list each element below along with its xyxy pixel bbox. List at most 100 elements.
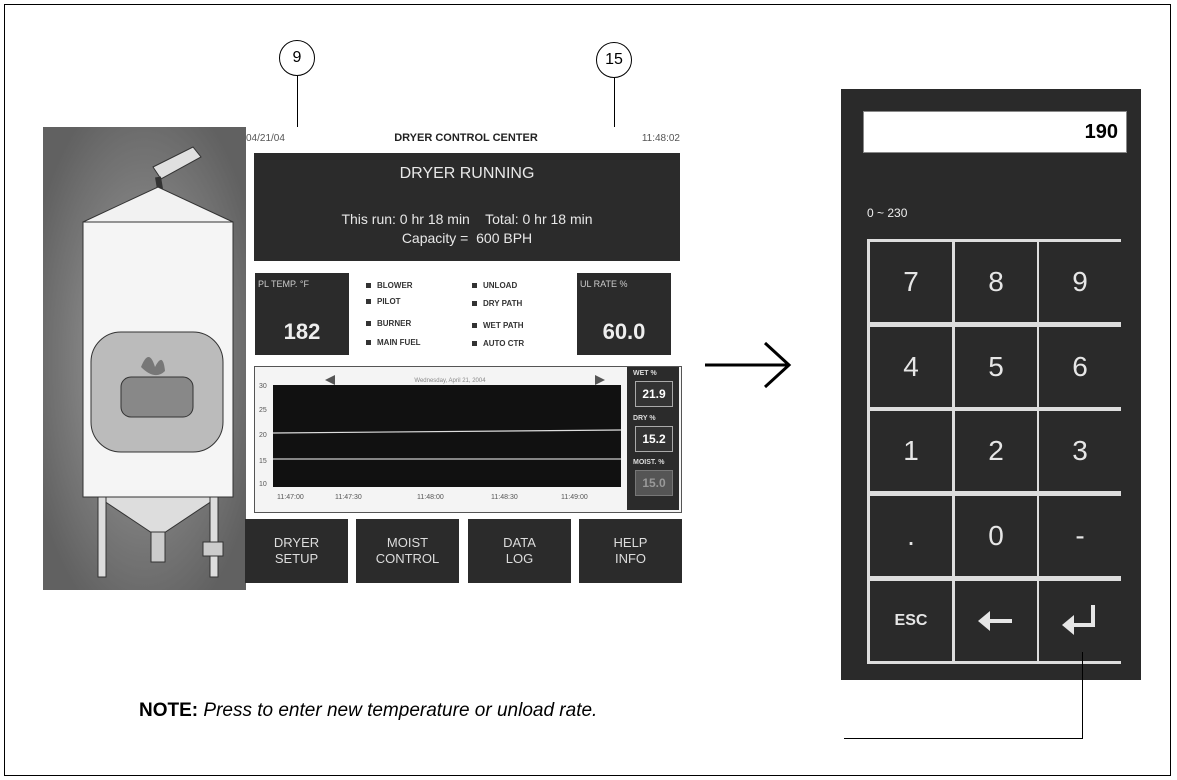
x-tick-label: 11:47:30 <box>335 494 362 501</box>
indicator-label: AUTO CTR <box>483 339 525 348</box>
indicator-burner: BURNER <box>366 319 411 328</box>
enter-return-icon <box>1062 605 1095 635</box>
wet-value: 21.9 <box>635 381 673 407</box>
key-5[interactable]: 5 <box>955 327 1037 407</box>
key-8[interactable]: 8 <box>955 242 1037 322</box>
screen-date: 04/21/04 <box>246 133 285 144</box>
help-info-button[interactable]: HELP INFO <box>579 519 682 583</box>
moisture-sidebar: WET % 21.9 DRY % 15.2 MOIST. % 15.0 <box>627 367 679 510</box>
note-leader-horizontal <box>844 738 1083 739</box>
plenum-temp-box[interactable]: PL TEMP. °F 182 <box>255 273 349 355</box>
key-2[interactable]: 2 <box>955 411 1037 491</box>
status-text: DRYER RUNNING <box>399 165 535 182</box>
indicator-pilot: PILOT <box>366 297 401 306</box>
indicator-dry-path: DRY PATH <box>472 299 522 308</box>
note-caption: NOTE: Press to enter new temperature or … <box>139 700 597 722</box>
x-tick-label: 11:48:30 <box>491 494 518 501</box>
numeric-keypad: 190 0 ~ 230 7 8 9 4 5 6 1 2 3 . 0 - ESC <box>841 89 1141 680</box>
dry-label: DRY % <box>633 415 656 422</box>
moisture-setpoint-value[interactable]: 15.0 <box>635 470 673 496</box>
key-3[interactable]: 3 <box>1039 411 1121 491</box>
button-line-2: CONTROL <box>375 551 440 566</box>
callout-15: 15 <box>596 42 632 78</box>
key-minus[interactable]: - <box>1039 496 1121 576</box>
plenum-temp-label: PL TEMP. °F <box>258 279 309 289</box>
dry-value: 15.2 <box>635 426 673 452</box>
wet-label: WET % <box>633 370 657 377</box>
unload-rate-label: UL RATE % <box>580 279 628 289</box>
note-leader-vertical <box>1082 652 1083 739</box>
indicator-light <box>366 299 371 304</box>
scroll-right-arrow[interactable] <box>595 375 605 385</box>
button-line-2: INFO <box>614 551 647 566</box>
indicator-light <box>472 323 477 328</box>
trend-chart-svg: Wednesday, April 21, 2004 30 25 20 15 10… <box>259 375 622 501</box>
transition-arrow-icon <box>705 341 792 389</box>
keypad-display: 190 <box>863 111 1127 153</box>
moisture-trend-chart: Wednesday, April 21, 2004 30 25 20 15 10… <box>254 366 682 513</box>
moisture-setpoint-label: MOIST. % <box>633 459 665 466</box>
y-tick-label: 15 <box>259 458 267 465</box>
indicator-light <box>472 301 477 306</box>
indicator-wet-path: WET PATH <box>472 321 524 330</box>
unload-rate-value: 60.0 <box>602 319 646 344</box>
key-6[interactable]: 6 <box>1039 327 1121 407</box>
key-1[interactable]: 1 <box>870 411 952 491</box>
indicator-label: UNLOAD <box>483 281 518 290</box>
run-time-text: This run: 0 hr 18 min Total: 0 hr 18 min <box>341 211 593 227</box>
dryer-silo-illustration <box>43 127 246 590</box>
plot-area <box>273 385 621 487</box>
unload-rate-box[interactable]: UL RATE % 60.0 <box>577 273 671 355</box>
screen-time: 11:48:02 <box>641 133 680 144</box>
button-line-1: DRYER <box>273 535 320 550</box>
key-esc[interactable]: ESC <box>870 581 952 661</box>
button-line-2: SETUP <box>274 551 319 566</box>
note-label: NOTE: <box>139 700 199 721</box>
y-tick-label: 10 <box>259 481 267 488</box>
data-log-button[interactable]: DATA LOG <box>468 519 571 583</box>
indicator-label: BURNER <box>377 319 412 328</box>
indicator-light <box>472 283 477 288</box>
chart-date-label: Wednesday, April 21, 2004 <box>414 378 486 384</box>
button-line-1: HELP <box>613 535 648 550</box>
x-tick-label: 11:49:00 <box>561 494 588 501</box>
button-line-1: DATA <box>503 535 536 550</box>
status-panel: DRYER RUNNING This run: 0 hr 18 min Tota… <box>254 153 680 261</box>
y-tick-label: 30 <box>259 383 267 390</box>
dryer-control-screen: DRYER CONTROL CENTER 04/21/04 11:48:02 D… <box>245 127 686 592</box>
screen-title: DRYER CONTROL CENTER <box>394 132 538 144</box>
x-tick-label: 11:48:00 <box>417 494 444 501</box>
indicator-main-fuel: MAIN FUEL <box>366 338 421 347</box>
backspace-arrow-icon <box>978 611 1012 631</box>
indicator-light <box>366 321 371 326</box>
backspace-key[interactable] <box>955 581 1037 661</box>
indicator-unload: UNLOAD <box>472 281 517 290</box>
key-9[interactable]: 9 <box>1039 242 1121 322</box>
plenum-temp-value: 182 <box>283 319 321 344</box>
y-tick-label: 20 <box>259 432 267 439</box>
moist-control-button[interactable]: MOIST CONTROL <box>356 519 459 583</box>
indicator-light <box>472 341 477 346</box>
callout-15-number: 15 <box>605 51 623 68</box>
key-7[interactable]: 7 <box>870 242 952 322</box>
keypad-range: 0 ~ 230 <box>867 206 908 220</box>
y-tick-label: 25 <box>259 407 267 414</box>
scroll-left-arrow[interactable] <box>325 375 335 385</box>
indicator-auto-ctr: AUTO CTR <box>472 339 524 348</box>
indicator-light <box>366 283 371 288</box>
note-text: Press to enter new temperature or unload… <box>203 700 598 721</box>
callout-9-number: 9 <box>292 49 302 66</box>
key-decimal[interactable]: . <box>870 496 952 576</box>
dryer-setup-button[interactable]: DRYER SETUP <box>245 519 348 583</box>
indicator-label: PILOT <box>377 297 401 306</box>
key-0[interactable]: 0 <box>955 496 1037 576</box>
button-line-1: MOIST <box>386 535 429 550</box>
indicator-label: MAIN FUEL <box>377 338 421 347</box>
capacity-text: Capacity = 600 BPH <box>401 230 533 246</box>
keypad-grid: 7 8 9 4 5 6 1 2 3 . 0 - ESC <box>867 239 1121 664</box>
enter-key[interactable] <box>1039 581 1121 661</box>
callout-9: 9 <box>279 40 315 76</box>
indicator-label: WET PATH <box>483 321 524 330</box>
key-4[interactable]: 4 <box>870 327 952 407</box>
button-line-2: LOG <box>505 551 534 566</box>
